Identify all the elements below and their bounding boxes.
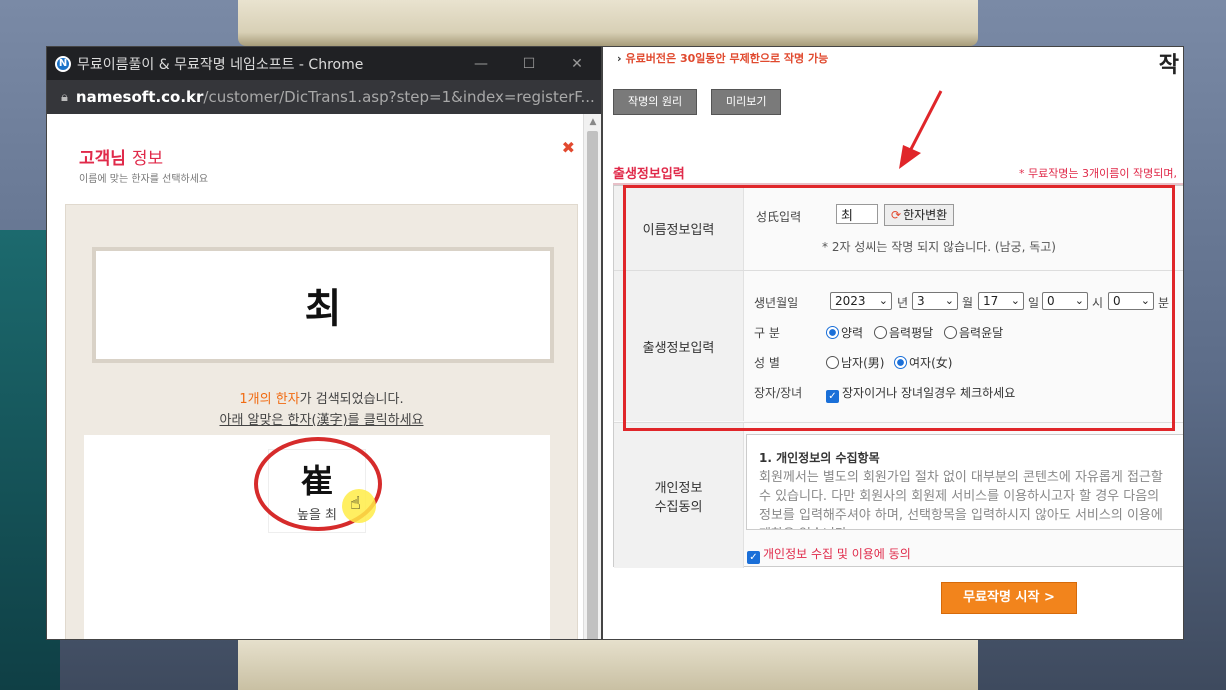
popup-content: 고객님 정보 이름에 맞는 한자를 선택하세요 ✖ 최 1개의 한자가 검색되었… (47, 114, 585, 639)
background-tin-body (238, 640, 978, 690)
start-naming-button[interactable]: 무료작명 시작 > (941, 582, 1077, 614)
privacy-consent-checkbox[interactable]: ✓ 개인정보 수집 및 이용에 동의 (747, 545, 911, 564)
url-path: /customer/DicTrans1.asp?step=1&index=reg… (203, 88, 595, 106)
bullet-icon: › (617, 52, 622, 65)
tab-preview[interactable]: 미리보기 (711, 89, 782, 115)
checkbox-checked-icon: ✓ (747, 551, 760, 564)
hanja-result-list: 崔 높을 최 ☝ (84, 435, 550, 639)
minimize-icon[interactable]: — (457, 56, 505, 72)
popup-window-title: 무료이름풀이 & 무료작명 네임소프트 - Chrome (77, 56, 364, 73)
lock-icon: 🔒︎ (61, 89, 68, 105)
search-name-display: 최 (92, 247, 554, 363)
namesoft-logo-icon: N (55, 55, 71, 72)
scrollbar-thumb[interactable] (587, 131, 598, 639)
section-title: 출생정보입력 (613, 167, 685, 182)
hanja-search-panel: 최 1개의 한자가 검색되었습니다. 아래 알맞은 한자(漢字)를 클릭하세요 … (65, 204, 578, 639)
popup-url-bar[interactable]: 🔒︎ namesoft.co.kr /customer/DicTrans1.as… (47, 80, 601, 114)
annotation-red-rectangle (623, 185, 1175, 431)
search-result-count: 1개의 한자가 검색되었습니다. (239, 392, 404, 407)
privacy-text-box[interactable]: 1. 개인정보의 수집항목 회원께서는 별도의 회원가입 절차 없이 대부분의 … (746, 434, 1183, 530)
privacy-heading: 1. 개인정보의 수집항목 (759, 451, 880, 465)
close-icon[interactable]: ✖ (562, 138, 575, 157)
privacy-row-label: 개인정보 수집동의 (614, 423, 744, 568)
close-window-icon[interactable]: ✕ (553, 56, 601, 72)
privacy-body: 회원께서는 별도의 회원가입 절차 없이 대부분의 콘텐츠에 자유롭게 접근할 … (759, 470, 1163, 529)
popup-titlebar: N 무료이름풀이 & 무료작명 네임소프트 - Chrome — ☐ ✕ (47, 47, 601, 80)
main-page: › 유료버전은 30일동안 무제한으로 작명 가능 작 작명의 원리 미리보기 출… (602, 46, 1184, 640)
tab-naming-principle[interactable]: 작명의 원리 (613, 89, 698, 115)
url-host: namesoft.co.kr (75, 88, 204, 106)
promo-text: › 유료버전은 30일동안 무제한으로 작명 가능 (617, 52, 829, 65)
popup-scrollbar[interactable]: ▲ (583, 114, 601, 639)
popup-title: 고객님 정보 (79, 149, 164, 169)
popup-subtitle: 이름에 맞는 한자를 선택하세요 (79, 174, 209, 185)
click-instruction: 아래 알맞은 한자(漢字)를 클릭하세요 (219, 413, 424, 428)
hanja-popup-window: N 무료이름풀이 & 무료작명 네임소프트 - Chrome — ☐ ✕ 🔒︎ … (46, 46, 602, 640)
section-note: * 무료작명는 3개이름이 작명되며, (1018, 167, 1177, 180)
hand-pointer-icon: ☝ (350, 493, 361, 514)
corner-logo: 작 (1158, 53, 1179, 78)
scroll-up-icon[interactable]: ▲ (584, 114, 601, 130)
annotation-arrow (899, 90, 943, 169)
background-tin-lid (238, 0, 978, 46)
maximize-icon[interactable]: ☐ (505, 56, 553, 72)
